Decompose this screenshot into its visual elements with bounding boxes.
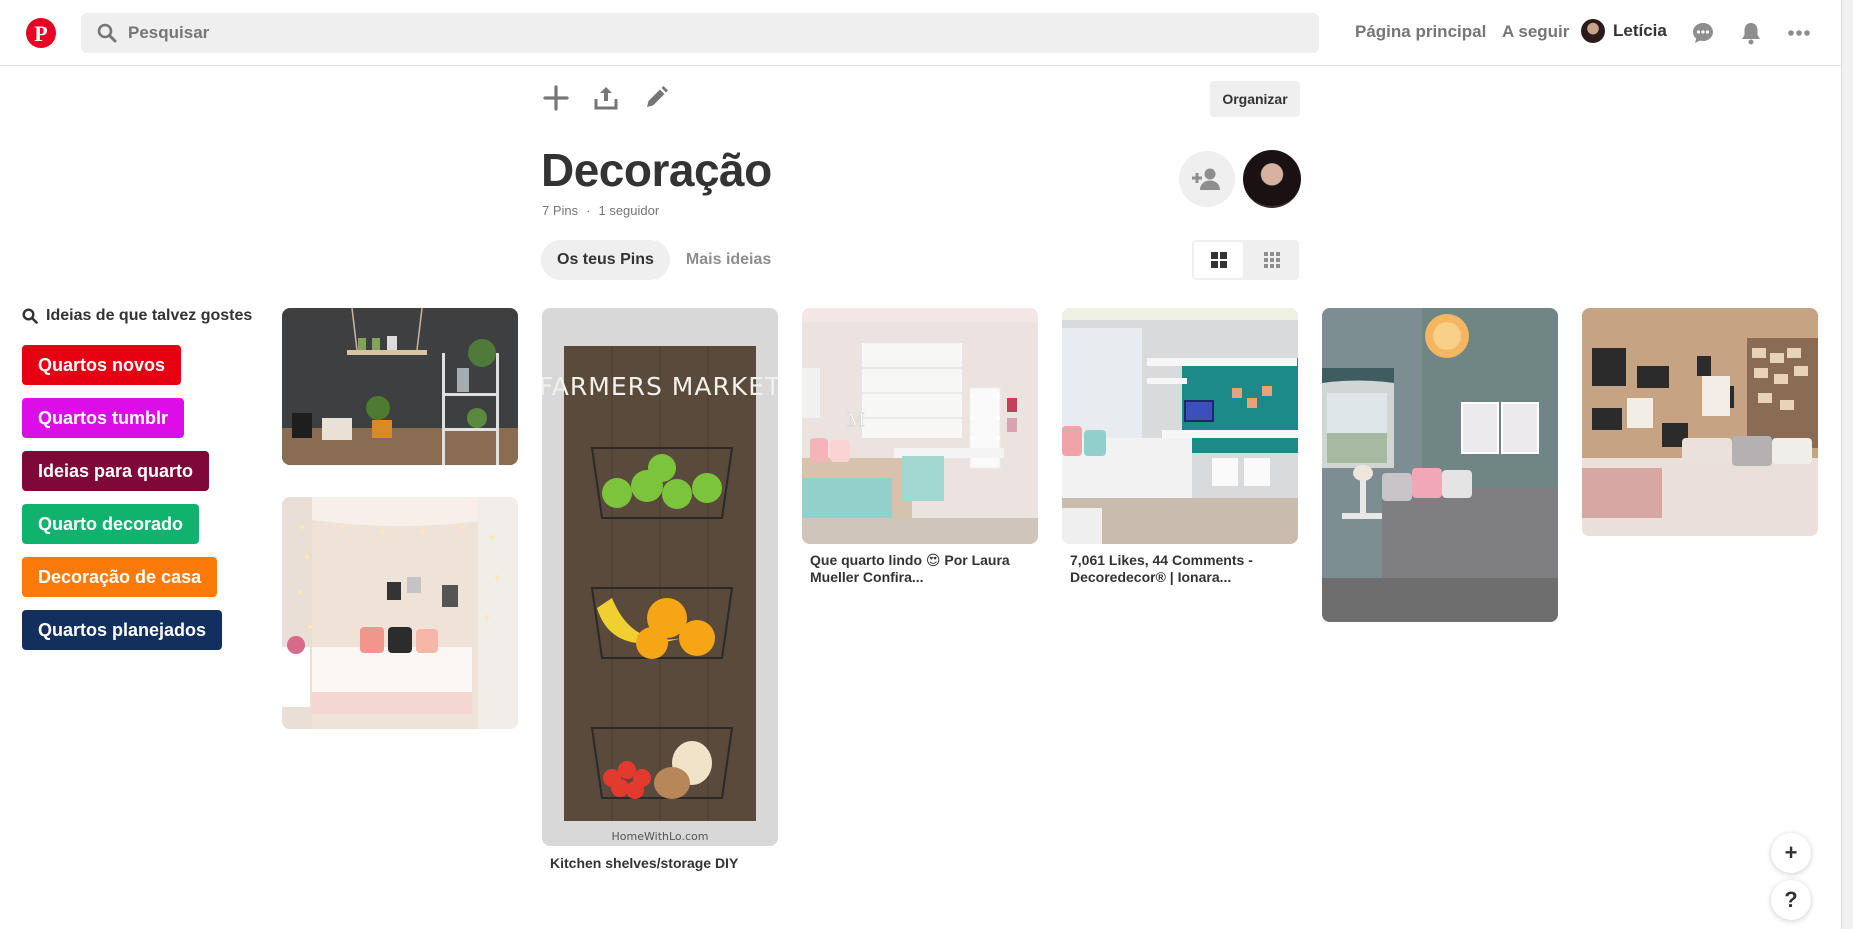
pin-image: FARMERS MARKET HomeWithLo.com [542, 308, 778, 846]
tab-your-pins[interactable]: Os teus Pins [541, 240, 670, 280]
pin-card[interactable] [282, 497, 518, 729]
avatar [1581, 19, 1605, 43]
view-toggle [1192, 240, 1299, 280]
board-owner-avatar[interactable] [1243, 150, 1301, 208]
grid-compact-view-icon[interactable] [1245, 240, 1298, 280]
search-bar[interactable] [81, 13, 1319, 53]
board-title: Decoração [541, 144, 772, 196]
invite-collaborator-button[interactable] [1179, 151, 1235, 207]
grid-large-view-icon[interactable] [1192, 240, 1245, 280]
organize-button[interactable]: Organizar [1210, 81, 1300, 117]
pin-card[interactable] [282, 308, 518, 465]
edit-pencil-icon[interactable] [642, 84, 670, 112]
followers-count[interactable]: 1 seguidor [598, 203, 659, 218]
more-options-icon[interactable] [1786, 20, 1812, 46]
idea-chip-quartos-planejados[interactable]: Quartos planejados [22, 610, 223, 650]
pin-watermark: HomeWithLo.com [612, 830, 709, 843]
idea-chip-quartos-novos[interactable]: Quartos novos [22, 345, 182, 385]
idea-chip-quartos-tumblr[interactable]: Quartos tumblr [22, 398, 185, 438]
search-icon [97, 23, 117, 48]
pin-image [1322, 308, 1558, 622]
pin-image [282, 497, 518, 729]
ideas-heading: Ideias de que talvez gostes [22, 307, 252, 325]
help-fab-button[interactable]: ? [1771, 880, 1811, 920]
top-bar: P Página principal A seguir Letícia [0, 0, 1853, 66]
idea-chip-ideias-para-quarto[interactable]: Ideias para quarto [22, 451, 210, 491]
nav-following-link[interactable]: A seguir [1502, 22, 1569, 42]
svg-text:P: P [34, 21, 47, 46]
user-profile-link[interactable]: Letícia [1581, 19, 1667, 43]
pin-card[interactable] [1062, 308, 1298, 544]
pins-count: 7 Pins [542, 203, 579, 218]
pin-caption: Que quarto lindo 😍 Por Laura Mueller Con… [810, 552, 1010, 585]
notifications-bell-icon[interactable] [1738, 20, 1764, 46]
idea-chip-decoracao-de-casa[interactable]: Decoração de casa [22, 557, 218, 597]
add-fab-button[interactable]: + [1771, 833, 1811, 873]
pin-card[interactable]: FARMERS MARKET HomeWithLo.com [542, 308, 778, 846]
meta-separator: · [586, 203, 591, 218]
pin-caption: 7,061 Likes, 44 Comments - Decoredecor® … [1070, 552, 1253, 585]
board-tabs: Os teus Pins Mais ideias [541, 240, 787, 280]
board-meta: 7 Pins · 1 seguidor [542, 203, 659, 218]
pin-card[interactable] [1582, 308, 1818, 536]
pinterest-logo-icon[interactable]: P [26, 18, 56, 48]
ideas-heading-text: Ideias de que talvez gostes [46, 307, 253, 324]
svg-text:M: M [847, 409, 865, 431]
idea-chip-quarto-decorado[interactable]: Quarto decorado [22, 504, 200, 544]
pin-caption: Kitchen shelves/storage DIY [550, 855, 739, 871]
pin-card[interactable]: M [802, 308, 1038, 544]
tab-more-ideas[interactable]: Mais ideias [670, 240, 787, 280]
pin-image-text: FARMERS MARKET [542, 372, 778, 401]
pin-image [1582, 308, 1818, 536]
board-actions [542, 84, 670, 112]
add-person-icon [1192, 168, 1220, 190]
pin-image [1062, 308, 1298, 544]
share-icon[interactable] [592, 84, 620, 112]
pin-card[interactable] [1322, 308, 1558, 622]
add-pin-icon[interactable] [542, 84, 570, 112]
user-name: Letícia [1613, 21, 1667, 40]
pin-image [282, 308, 518, 465]
messages-icon[interactable] [1690, 20, 1716, 46]
search-icon [22, 308, 38, 324]
nav-home-link[interactable]: Página principal [1355, 22, 1486, 42]
pin-image: M [802, 308, 1038, 544]
search-input[interactable] [128, 13, 1278, 53]
scrollbar[interactable] [1841, 0, 1853, 929]
